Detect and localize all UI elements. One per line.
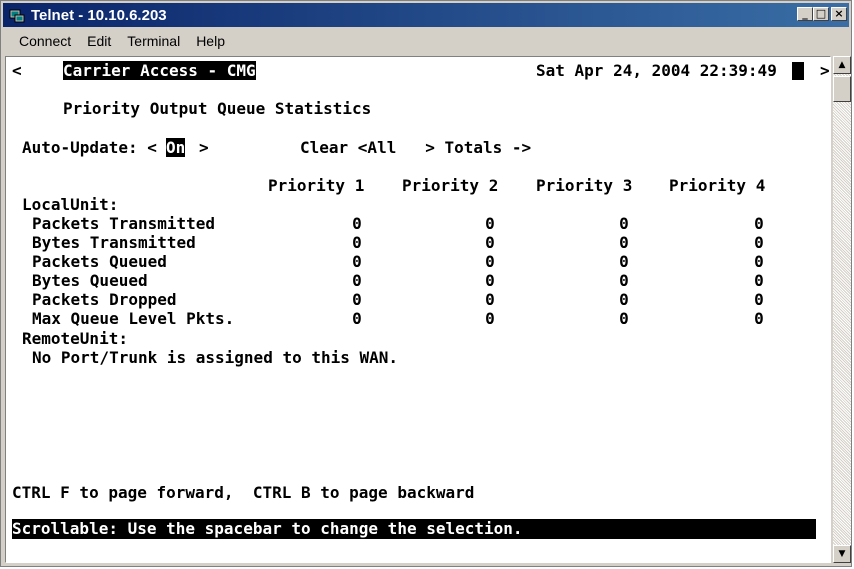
cell-value: 0 bbox=[352, 271, 362, 290]
scroll-down-button[interactable]: ▼ bbox=[833, 545, 851, 563]
status-bar: Scrollable: Use the spacebar to change t… bbox=[12, 519, 816, 539]
column-priority-1: Priority 1 bbox=[268, 176, 365, 195]
cell-value: 0 bbox=[754, 252, 764, 271]
cell-value: 0 bbox=[352, 309, 362, 328]
row-label-packets-transmitted: Packets Transmitted bbox=[32, 214, 216, 233]
menu-bar: Connect Edit Terminal Help bbox=[3, 29, 849, 53]
auto-update-label: Auto-Update: < bbox=[22, 138, 157, 157]
vertical-scrollbar[interactable]: ▲ ▼ bbox=[833, 56, 851, 563]
window-title: Telnet - 10.10.6.203 bbox=[31, 7, 167, 24]
cell-value: 0 bbox=[352, 214, 362, 233]
menu-edit[interactable]: Edit bbox=[87, 33, 111, 49]
menu-terminal[interactable]: Terminal bbox=[127, 33, 180, 49]
cell-value: 0 bbox=[754, 233, 764, 252]
telnet-app-icon bbox=[9, 9, 25, 23]
cell-value: 0 bbox=[619, 214, 629, 233]
cell-value: 0 bbox=[352, 233, 362, 252]
row-label-packets-queued: Packets Queued bbox=[32, 252, 167, 271]
row-label-bytes-queued: Bytes Queued bbox=[32, 271, 148, 290]
cell-value: 0 bbox=[754, 309, 764, 328]
row-label-bytes-transmitted: Bytes Transmitted bbox=[32, 233, 196, 252]
cell-value: 0 bbox=[619, 233, 629, 252]
maximize-button[interactable]: □ bbox=[813, 7, 829, 21]
cell-value: 0 bbox=[619, 252, 629, 271]
cell-value: 0 bbox=[754, 290, 764, 309]
cell-value: 0 bbox=[352, 290, 362, 309]
cell-value: 0 bbox=[485, 233, 495, 252]
scroll-thumb[interactable] bbox=[833, 76, 851, 102]
cell-value: 0 bbox=[352, 252, 362, 271]
column-priority-3: Priority 3 bbox=[536, 176, 633, 195]
cell-value: 0 bbox=[485, 271, 495, 290]
terminal-screen[interactable]: < Carrier Access - CMG Sat Apr 24, 2004 … bbox=[5, 56, 831, 563]
row-label-max-queue-level: Max Queue Level Pkts. bbox=[32, 309, 235, 328]
remote-unit-label: RemoteUnit: bbox=[22, 329, 128, 348]
local-unit-label: LocalUnit: bbox=[22, 195, 119, 214]
menu-connect[interactable]: Connect bbox=[19, 33, 71, 49]
text-cursor bbox=[792, 62, 804, 80]
remote-unit-message: No Port/Trunk is assigned to this WAN. bbox=[32, 348, 399, 367]
telnet-window: Telnet - 10.10.6.203 _ □ × Connect Edit … bbox=[0, 0, 852, 567]
title-bar[interactable]: Telnet - 10.10.6.203 _ □ × bbox=[3, 3, 849, 27]
scroll-up-button[interactable]: ▲ bbox=[833, 56, 851, 74]
paging-hint: CTRL F to page forward, CTRL B to page b… bbox=[12, 483, 475, 502]
nav-left-arrow[interactable]: < bbox=[12, 61, 22, 80]
system-header: Carrier Access - CMG bbox=[63, 61, 256, 80]
cell-value: 0 bbox=[754, 271, 764, 290]
cell-value: 0 bbox=[754, 214, 764, 233]
cell-value: 0 bbox=[619, 290, 629, 309]
status-message: Scrollable: Use the spacebar to change t… bbox=[12, 519, 523, 538]
clear-totals-selector[interactable]: Clear <All > Totals -> bbox=[300, 138, 531, 157]
cell-value: 0 bbox=[485, 214, 495, 233]
system-datetime: Sat Apr 24, 2004 22:39:49 bbox=[536, 61, 777, 80]
nav-right-arrow[interactable]: > bbox=[820, 61, 830, 80]
column-priority-2: Priority 2 bbox=[402, 176, 499, 195]
column-priority-4: Priority 4 bbox=[669, 176, 766, 195]
row-label-packets-dropped: Packets Dropped bbox=[32, 290, 177, 309]
minimize-button[interactable]: _ bbox=[797, 7, 813, 21]
cell-value: 0 bbox=[619, 309, 629, 328]
close-button[interactable]: × bbox=[831, 7, 847, 21]
menu-help[interactable]: Help bbox=[196, 33, 225, 49]
cell-value: 0 bbox=[485, 252, 495, 271]
cell-value: 0 bbox=[485, 290, 495, 309]
auto-update-close: > bbox=[199, 138, 209, 157]
cell-value: 0 bbox=[619, 271, 629, 290]
auto-update-toggle[interactable]: On bbox=[166, 138, 186, 157]
screen-title: Priority Output Queue Statistics bbox=[63, 99, 372, 118]
cell-value: 0 bbox=[485, 309, 495, 328]
